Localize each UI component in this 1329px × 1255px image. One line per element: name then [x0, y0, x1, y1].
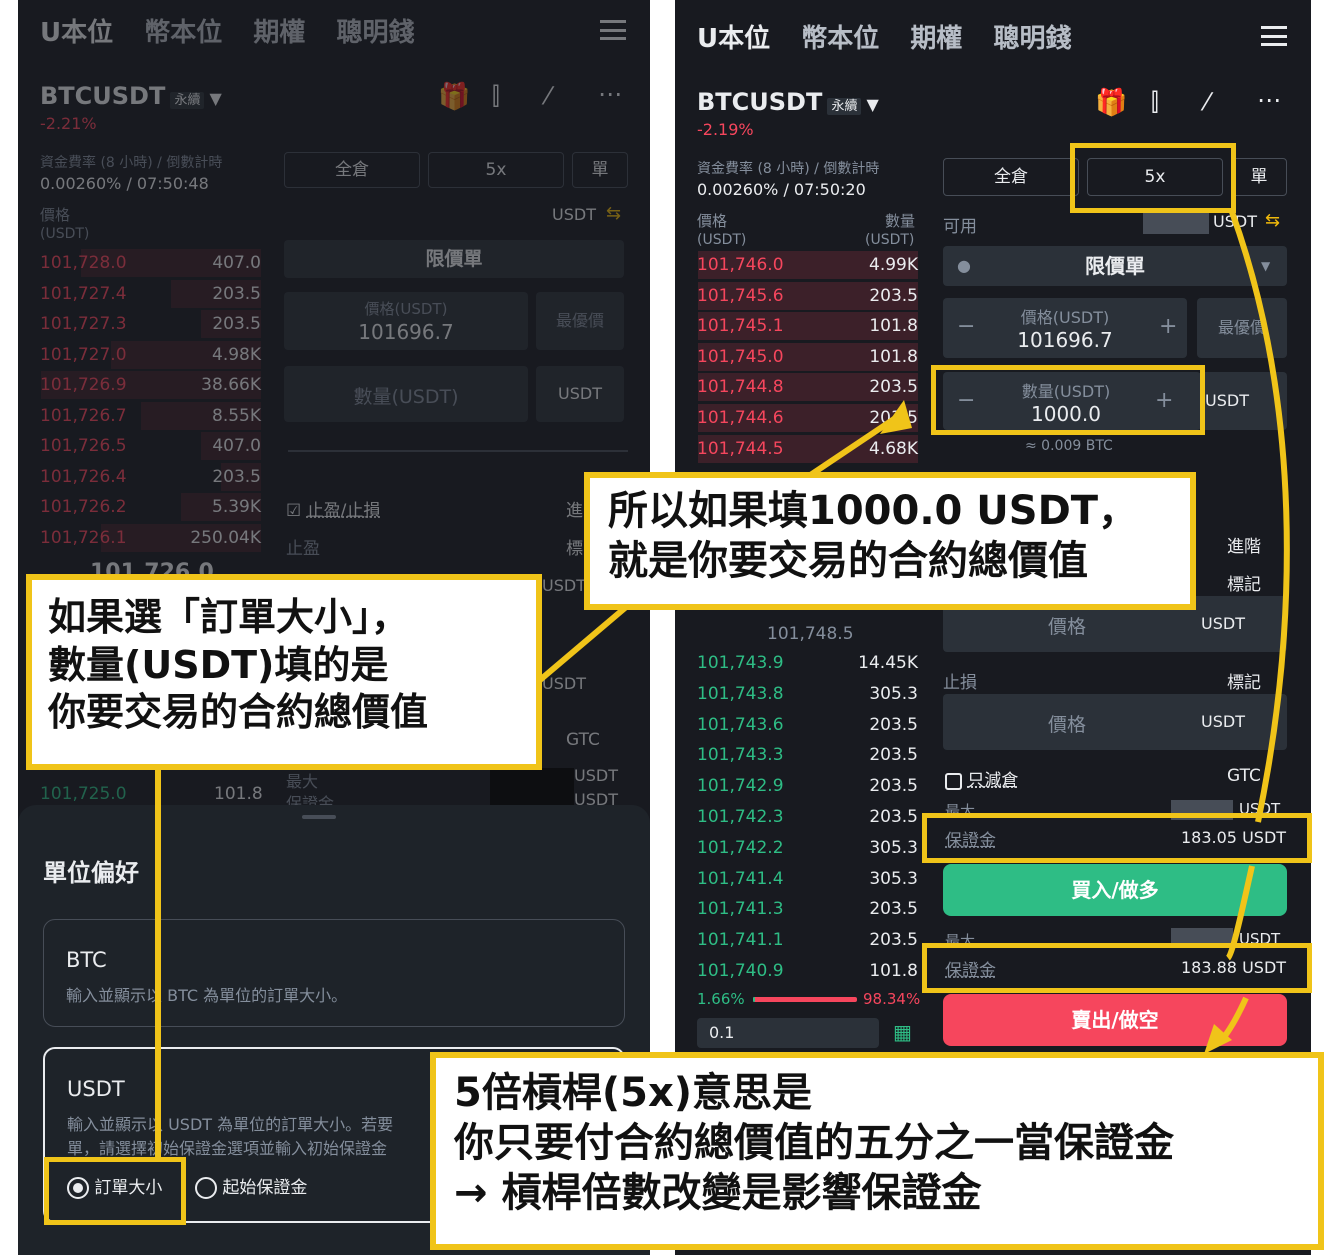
left-callout-line-2: 數量(USDT)填的是: [48, 642, 389, 687]
sell-margin-highlight: [922, 943, 1312, 993]
left-callout: 如果選「訂單大小」， 數量(USDT)填的是 你要交易的合約總價值: [26, 574, 542, 770]
middle-callout-line-2: 就是你要交易的合約總價值: [608, 538, 1088, 584]
left-to-right-connector-line: [538, 599, 634, 683]
leverage-highlight: [1070, 143, 1236, 213]
middle-callout: 所以如果填1000.0 USDT， 就是你要交易的合約總價值: [584, 472, 1196, 610]
order-size-highlight: [44, 1157, 186, 1225]
left-callout-line-1: 如果選「訂單大小」，: [48, 595, 410, 639]
left-callout-line-3: 你要交易的合約總價值: [48, 690, 429, 734]
leverage-to-margin-curve: [1229, 210, 1290, 823]
quantity-highlight: [931, 365, 1205, 435]
bottom-callout-line-1: 5倍槓桿(5x)意思是: [454, 1070, 813, 1116]
mid-arrowhead-icon: [880, 400, 912, 434]
middle-callout-line-1: 所以如果填1000.0 USDT，: [608, 488, 1139, 534]
buy-margin-highlight: [922, 813, 1312, 863]
bottom-callout-line-3: → 槓桿倍數改變是影響保證金: [454, 1170, 982, 1216]
bottom-callout-line-2: 你只要付合約總價值的五分之一當保證金: [454, 1120, 1174, 1166]
bottom-callout: 5倍槓桿(5x)意思是 你只要付合約總價值的五分之一當保證金 → 槓桿倍數改變是…: [430, 1052, 1324, 1250]
